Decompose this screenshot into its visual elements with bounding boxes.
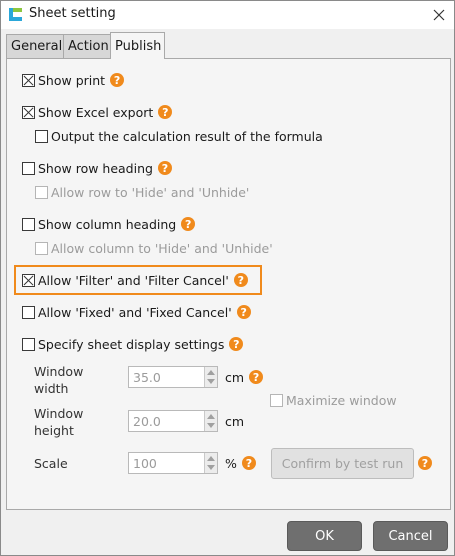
window-height-unit: cm: [225, 413, 245, 429]
allow-filter-option[interactable]: Allow 'Filter' and 'Filter Cancel' ?: [22, 270, 248, 290]
allow-fixed-checkbox[interactable]: [22, 305, 35, 319]
help-icon[interactable]: ?: [236, 305, 251, 319]
help-icon[interactable]: ?: [233, 273, 248, 287]
allow-fixed-label: Allow 'Fixed' and 'Fixed Cancel': [38, 304, 232, 320]
show-excel-export-option[interactable]: Show Excel export ?: [22, 102, 173, 122]
window-width-value: 35.0: [133, 370, 161, 385]
window-height-input: 20.0: [128, 410, 218, 432]
output-calc-result-option[interactable]: Output the calculation result of the for…: [35, 126, 323, 146]
window-height-spinner: [204, 411, 217, 431]
show-print-label: Show print: [38, 72, 106, 88]
allow-filter-checkbox[interactable]: [22, 273, 35, 287]
allow-column-hide-option: Allow column to 'Hide' and 'Unhide': [35, 238, 273, 258]
window-title: Sheet setting: [29, 6, 116, 21]
window-width-spinner: [204, 367, 217, 387]
window-width-label: Window width: [34, 364, 84, 396]
maximize-window-option: Maximize window: [270, 390, 397, 410]
allow-filter-label: Allow 'Filter' and 'Filter Cancel': [38, 272, 229, 288]
confirm-test-run-button: Confirm by test run: [271, 448, 414, 479]
maximize-window-label: Maximize window: [286, 392, 397, 408]
show-column-heading-option[interactable]: Show column heading ?: [22, 214, 196, 234]
scale-value: 100: [133, 456, 157, 471]
show-column-heading-label: Show column heading: [38, 216, 177, 232]
title-bar: Sheet setting: [1, 1, 454, 29]
close-button[interactable]: [424, 1, 454, 29]
specify-display-label: Specify sheet display settings: [38, 336, 225, 352]
publish-panel: Show print ? Show Excel export ? Output …: [6, 58, 451, 510]
maximize-window-checkbox: [270, 393, 283, 407]
show-row-heading-checkbox[interactable]: [22, 161, 35, 175]
help-icon[interactable]: ?: [158, 105, 173, 119]
output-calc-result-label: Output the calculation result of the for…: [51, 128, 323, 144]
show-print-option[interactable]: Show print ?: [22, 70, 125, 90]
scale-label: Scale: [34, 456, 68, 471]
scale-unit-row: % ?: [225, 453, 256, 473]
tab-publish[interactable]: Publish: [110, 32, 165, 59]
scale-spinner: [204, 453, 217, 473]
confirm-test-run-label: Confirm by test run: [281, 456, 404, 471]
allow-row-hide-label: Allow row to 'Hide' and 'Unhide': [51, 184, 250, 200]
specify-display-option[interactable]: Specify sheet display settings ?: [22, 334, 244, 354]
show-print-checkbox[interactable]: [22, 73, 35, 87]
output-calc-result-checkbox[interactable]: [35, 129, 48, 143]
specify-display-checkbox[interactable]: [22, 337, 35, 351]
window-width-unit-row: cm ?: [225, 367, 264, 387]
help-icon[interactable]: ?: [418, 456, 432, 470]
scale-input: 100: [128, 452, 218, 474]
window-width-unit: cm: [225, 369, 245, 385]
close-icon: [433, 9, 445, 21]
help-icon[interactable]: ?: [110, 73, 125, 87]
help-icon[interactable]: ?: [181, 217, 196, 231]
show-row-heading-option[interactable]: Show row heading ?: [22, 158, 172, 178]
window-height-unit-row: cm: [225, 411, 244, 431]
allow-fixed-option[interactable]: Allow 'Fixed' and 'Fixed Cancel' ?: [22, 302, 251, 322]
sheet-setting-dialog: Sheet setting General Action Publish Sho…: [0, 0, 455, 556]
tab-general[interactable]: General: [6, 34, 64, 58]
cancel-button[interactable]: Cancel: [373, 521, 448, 551]
ok-button[interactable]: OK: [287, 521, 362, 551]
show-excel-export-checkbox[interactable]: [22, 105, 35, 119]
window-width-input: 35.0: [128, 366, 218, 388]
show-excel-export-label: Show Excel export: [38, 104, 154, 120]
allow-row-hide-checkbox: [35, 185, 48, 199]
help-icon[interactable]: ?: [157, 161, 172, 175]
show-row-heading-label: Show row heading: [38, 160, 153, 176]
allow-row-hide-option: Allow row to 'Hide' and 'Unhide': [35, 182, 249, 202]
help-icon[interactable]: ?: [241, 456, 256, 470]
help-icon[interactable]: ?: [229, 337, 244, 351]
allow-column-hide-label: Allow column to 'Hide' and 'Unhide': [51, 240, 273, 256]
help-icon[interactable]: ?: [249, 370, 264, 384]
window-height-label: Window height: [34, 406, 84, 438]
app-logo-icon: [9, 8, 22, 21]
allow-column-hide-checkbox: [35, 241, 48, 255]
scale-unit: %: [225, 455, 237, 471]
tab-action[interactable]: Action: [63, 34, 111, 58]
window-height-value: 20.0: [133, 414, 161, 429]
show-column-heading-checkbox[interactable]: [22, 217, 35, 231]
